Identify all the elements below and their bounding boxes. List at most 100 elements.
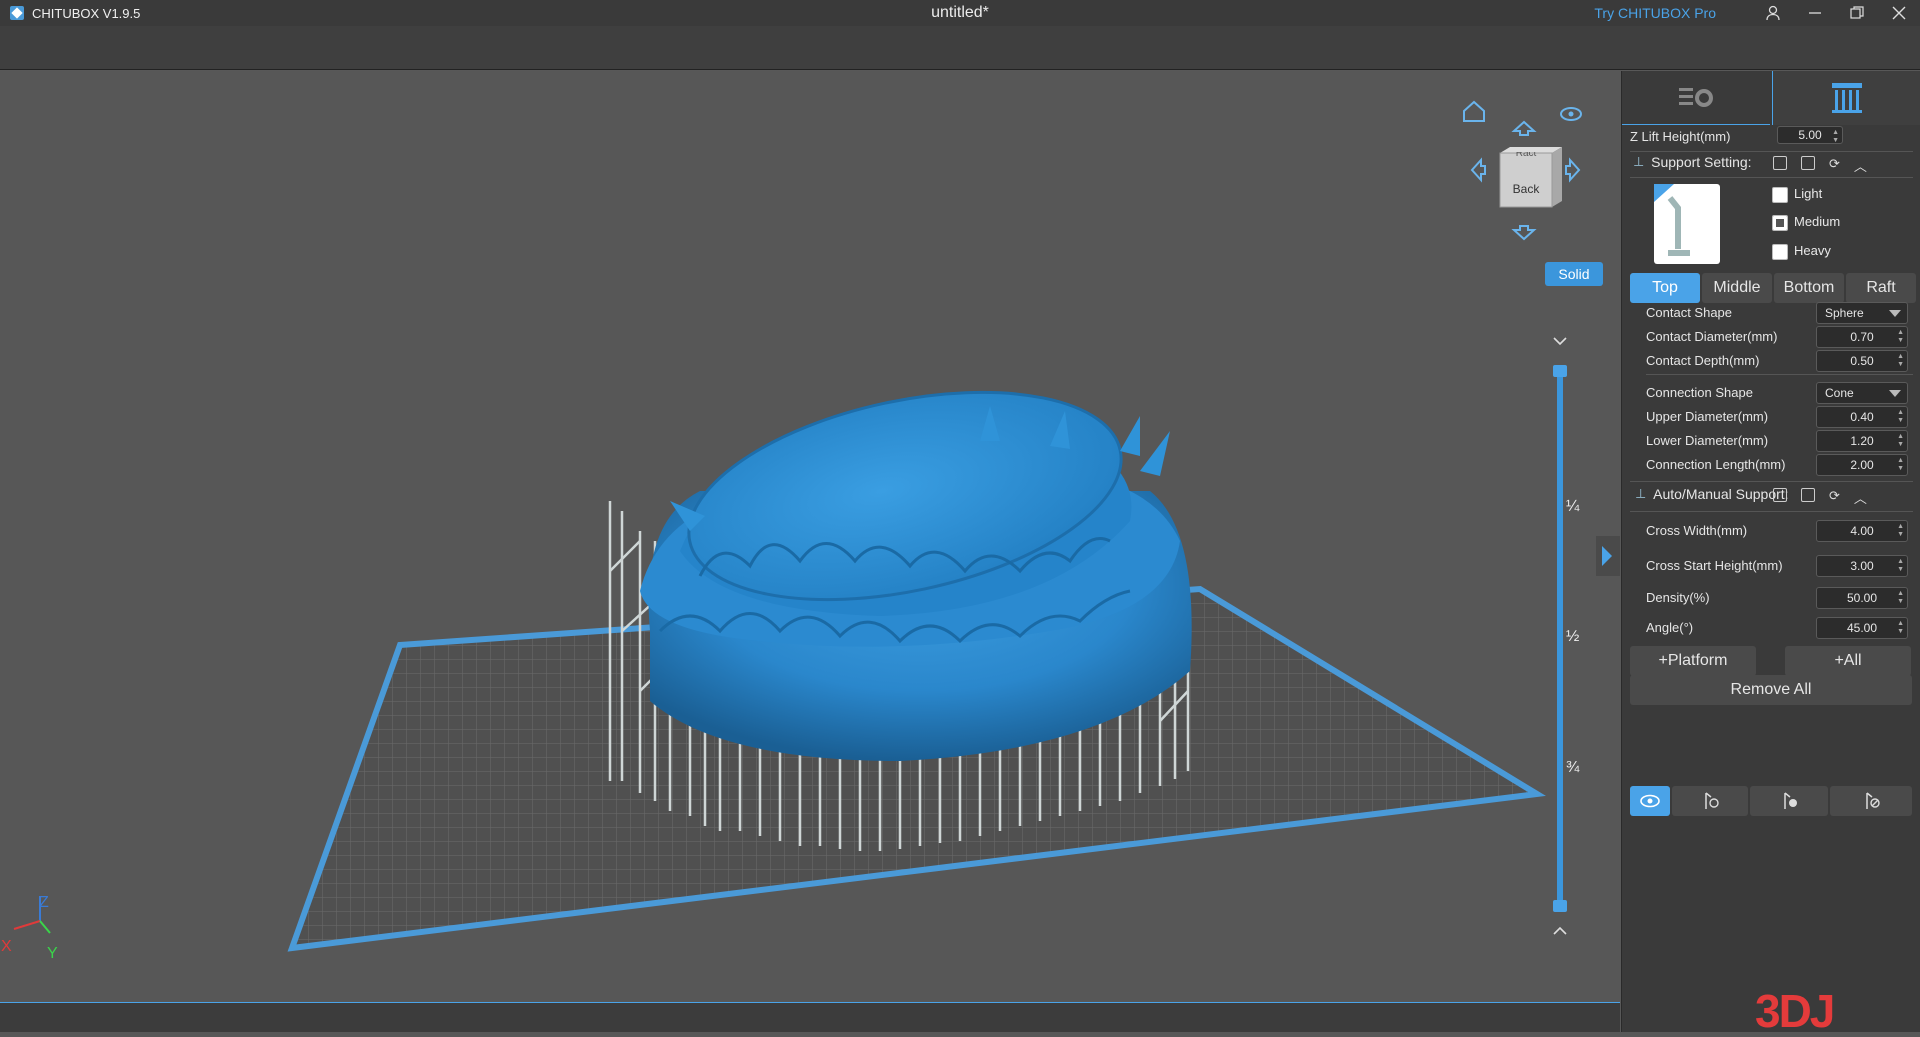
view-navigation[interactable]: [1463, 100, 1582, 241]
slider-bottom-handle[interactable]: [1553, 900, 1567, 912]
support-setting-header: ⟂ Support Setting:: [1634, 153, 1752, 170]
restore-button[interactable]: [1836, 0, 1878, 26]
preset-light-checkbox[interactable]: [1772, 186, 1788, 203]
lower-diameter-label: Lower Diameter(mm): [1646, 433, 1769, 448]
reset-icon[interactable]: ⟳: [1829, 156, 1840, 175]
axis-z-label: Z: [39, 894, 49, 911]
contact-depth-input[interactable]: 0.50 ▲ ▼: [1816, 350, 1908, 372]
eye-icon[interactable]: [1560, 107, 1582, 121]
toggle-visibility-button[interactable]: [1630, 786, 1670, 816]
preset-heavy-label: Heavy: [1794, 243, 1831, 258]
layer-slider[interactable]: [1553, 337, 1567, 935]
support-columns-icon: [1831, 83, 1862, 113]
axis-x-label: X: [1, 938, 12, 955]
tab-bottom[interactable]: Bottom: [1774, 273, 1844, 303]
app-logo-icon: [10, 6, 24, 20]
contact-diameter-value: 0.70: [1850, 330, 1874, 344]
support-select-button[interactable]: [1750, 786, 1828, 816]
contact-shape-value: Sphere: [1825, 306, 1864, 320]
upper-diameter-value: 0.40: [1850, 410, 1874, 424]
render-mode-button[interactable]: Solid: [1545, 262, 1603, 286]
preset-heavy-checkbox[interactable]: [1772, 243, 1788, 260]
tab-top[interactable]: Top: [1630, 273, 1700, 303]
z-lift-label: Z Lift Height(mm): [1630, 129, 1731, 144]
auto-manual-title: Auto/Manual Support:: [1653, 485, 1789, 502]
angle-value: 45.00: [1846, 621, 1878, 635]
export-icon[interactable]: [1801, 488, 1815, 502]
cross-width-label: Cross Width(mm): [1646, 523, 1748, 538]
dropdown-arrow-icon: [1889, 310, 1901, 317]
preset-heavy[interactable]: Heavy: [1772, 243, 1831, 260]
collapse-chevron-icon[interactable]: ︿: [1854, 488, 1867, 507]
try-pro-link[interactable]: Try CHITUBOX Pro: [1594, 5, 1716, 21]
slider-top-handle[interactable]: [1553, 365, 1567, 377]
minimize-button[interactable]: [1794, 0, 1836, 26]
settings-gear-icon: [1679, 87, 1713, 107]
auto-manual-actions: ⟳ ︿: [1773, 488, 1867, 507]
collapse-chevron-icon[interactable]: ︿: [1854, 156, 1867, 175]
status-bar: [0, 1002, 1620, 1032]
arrow-right-icon[interactable]: [1565, 157, 1581, 183]
connection-length-label: Connection Length(mm): [1646, 457, 1786, 472]
contact-diameter-input[interactable]: 0.70 ▲ ▼: [1816, 326, 1908, 348]
upper-diameter-input[interactable]: 0.40 ▲ ▼: [1816, 406, 1908, 428]
angle-label: Angle(°): [1646, 620, 1694, 635]
view-cube-top-label[interactable]: Ract: [1500, 152, 1552, 160]
chevron-down-icon[interactable]: [1553, 337, 1567, 346]
support-setting-actions: ⟳ ︿: [1773, 156, 1867, 175]
support-remove-icon: [1866, 792, 1880, 809]
support-add-icon: [1705, 792, 1719, 809]
arrow-up-icon[interactable]: [1511, 120, 1537, 136]
scene-canvas[interactable]: [0, 71, 1620, 1001]
import-icon[interactable]: [1773, 156, 1787, 170]
tab-supports[interactable]: [1772, 71, 1920, 125]
preset-light[interactable]: Light: [1772, 186, 1822, 203]
arrow-left-icon[interactable]: [1470, 157, 1486, 183]
density-input[interactable]: 50.00 ▲ ▼: [1816, 587, 1908, 609]
slider-mark-quarter: ¼: [1566, 498, 1580, 515]
user-icon[interactable]: [1752, 0, 1794, 26]
cross-start-height-input[interactable]: 3.00 ▲ ▼: [1816, 555, 1908, 577]
tab-raft[interactable]: Raft: [1846, 273, 1916, 303]
support-delete-button[interactable]: [1830, 786, 1912, 816]
3d-viewport[interactable]: Back Ract Solid ¼ ½ ¾ Z X Y: [0, 71, 1620, 1001]
lower-diameter-input[interactable]: 1.20 ▲ ▼: [1816, 430, 1908, 452]
settings-panel: Z Lift Height(mm) 5.00 ▲ ▼ ⟂ Support Setti…: [1621, 71, 1920, 1032]
tab-middle[interactable]: Middle: [1702, 273, 1772, 303]
preset-medium[interactable]: Medium: [1772, 214, 1840, 231]
connection-length-input[interactable]: 2.00 ▲ ▼: [1816, 454, 1908, 476]
arrow-down-icon[interactable]: [1511, 225, 1537, 241]
support-preview-image: [1654, 184, 1720, 264]
home-view-icon[interactable]: [1463, 100, 1485, 122]
export-icon[interactable]: [1801, 156, 1815, 170]
auto-manual-header: ⟂ Auto/Manual Support:: [1636, 485, 1789, 502]
add-platform-supports-button[interactable]: +Platform: [1630, 646, 1756, 676]
angle-input[interactable]: 45.00 ▲ ▼: [1816, 617, 1908, 639]
connection-shape-label: Connection Shape: [1646, 385, 1753, 400]
support-select-icon: [1784, 792, 1797, 809]
3d-model[interactable]: [640, 357, 1192, 761]
view-cube-face-label[interactable]: Back: [1500, 182, 1552, 196]
preset-medium-label: Medium: [1794, 214, 1841, 229]
add-all-supports-button[interactable]: +All: [1785, 646, 1911, 676]
slider-mark-three-quarters: ¾: [1566, 759, 1580, 776]
cross-width-input[interactable]: 4.00 ▲ ▼: [1816, 520, 1908, 542]
tab-settings[interactable]: [1622, 71, 1770, 125]
watermark-logo: 3DJ: [1755, 985, 1835, 1037]
connection-shape-select[interactable]: Cone: [1816, 382, 1908, 404]
eye-icon: [1640, 794, 1660, 808]
import-icon[interactable]: [1773, 488, 1787, 502]
dropdown-arrow-icon: [1889, 390, 1901, 397]
z-lift-input[interactable]: 5.00 ▲ ▼: [1777, 126, 1843, 144]
lower-diameter-value: 1.20: [1850, 434, 1874, 448]
contact-shape-select[interactable]: Sphere: [1816, 302, 1908, 324]
reset-icon[interactable]: ⟳: [1829, 488, 1840, 507]
cross-width-value: 4.00: [1850, 524, 1874, 538]
panel-toggle-button[interactable]: [1596, 536, 1620, 576]
density-label: Density(%): [1646, 590, 1710, 605]
preset-medium-checkbox[interactable]: [1772, 214, 1788, 231]
add-support-button[interactable]: [1672, 786, 1748, 816]
close-button[interactable]: [1878, 0, 1920, 26]
chevron-up-icon[interactable]: [1553, 926, 1567, 935]
remove-all-supports-button[interactable]: Remove All: [1630, 675, 1912, 705]
